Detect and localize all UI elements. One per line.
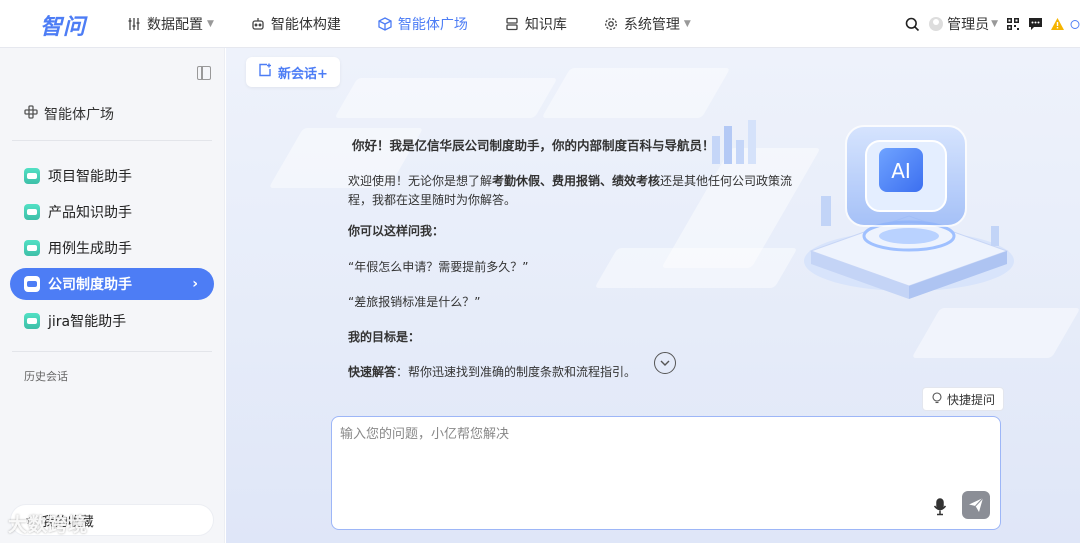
bot-icon: [24, 313, 40, 329]
qrcode-icon[interactable]: [1004, 15, 1022, 33]
lightbulb-icon: [931, 391, 943, 407]
globe-icon[interactable]: [1070, 15, 1080, 33]
bot-icon: [24, 168, 40, 184]
main-nav: 数据配置 ▼ 智能体构建 智能体广场 知识库 系统管理 ▼: [126, 0, 727, 48]
chevron-down-icon: ▼: [683, 19, 691, 29]
ask-heading: 你可以这样问我：: [348, 224, 445, 239]
nav-label: 知识库: [524, 17, 567, 33]
bot-icon: [24, 204, 40, 220]
warning-icon[interactable]: [1048, 15, 1066, 33]
nav-label: 数据配置: [147, 17, 203, 33]
sidebar-divider: [12, 140, 212, 141]
assistant-test-case[interactable]: 用例生成助手: [10, 232, 214, 264]
chat-main-area: 新会话+ AI 你好！我是亿信华辰公司制度助手，你的内部制度百科与导航员！ 欢迎…: [226, 48, 1080, 543]
assistant-greeting-message: 你好！我是亿信华辰公司制度助手，你的内部制度百科与导航员！ 欢迎使用！无论你是想…: [348, 130, 808, 394]
chevron-right-icon: ›: [192, 276, 198, 292]
chevron-down-icon: ▼: [207, 19, 214, 29]
welcome-highlight: 考勤休假、费用报销、绩效考核: [492, 174, 661, 188]
background-decoration: [911, 308, 1080, 358]
microphone-icon[interactable]: [932, 497, 948, 517]
top-navigation-bar: 智问 数据配置 ▼ 智能体构建 智能体广场 知识库 系统管理 ▼ 管理员 ▼: [0, 0, 1080, 48]
assistant-company-policy[interactable]: 公司制度助手 ›: [10, 268, 214, 300]
user-avatar[interactable]: [929, 17, 944, 31]
assistant-product-knowledge[interactable]: 产品知识助手: [10, 196, 214, 228]
nav-agent-build[interactable]: 智能体构建: [250, 0, 341, 48]
goal-paragraph: 快速解答：帮你迅速找到准确的制度条款和流程指引。: [348, 363, 808, 382]
nav-data-config[interactable]: 数据配置 ▼: [126, 0, 214, 48]
background-decoration: [541, 68, 731, 118]
new-chat-button[interactable]: 新会话+: [246, 57, 340, 87]
cube-icon: [377, 16, 393, 32]
example-question: “年假怎么申请？需要提前多久？”: [348, 259, 529, 274]
sidebar: 智能体广场 项目智能助手 产品知识助手 用例生成助手 公司制度助手 › jira…: [0, 48, 225, 543]
assistant-jira[interactable]: jira智能助手: [10, 305, 214, 337]
goal-heading: 我的目标是：: [348, 329, 421, 344]
new-chat-label: 新会话+: [278, 66, 328, 82]
bot-icon: [24, 240, 40, 256]
search-icon[interactable]: [903, 15, 921, 33]
header-actions: 管理员 ▼: [899, 0, 1080, 48]
sliders-icon: [126, 16, 142, 32]
send-icon: [969, 497, 984, 512]
welcome-paragraph: 欢迎使用！无论你是想了解考勤休假、费用报销、绩效考核还是其他任何公司政策流程，我…: [348, 172, 808, 210]
chevron-down-icon[interactable]: ▼: [991, 19, 998, 29]
goal-text: ：帮你迅速找到准确的制度条款和流程指引。: [396, 365, 637, 380]
ai-illustration: AI: [804, 125, 1014, 299]
chat-input-box: [331, 416, 1001, 530]
background-decoration: [334, 78, 558, 118]
gear-icon: [603, 16, 619, 32]
welcome-text: 欢迎使用！无论你是想了解: [348, 174, 493, 188]
sidebar-collapse-icon[interactable]: [197, 66, 211, 80]
new-chat-icon: [258, 63, 272, 81]
ai-badge-text: AI: [891, 159, 911, 183]
database-icon: [504, 16, 520, 32]
send-button[interactable]: [962, 491, 990, 519]
nav-system-management[interactable]: 系统管理 ▼: [603, 0, 691, 48]
scroll-down-icon[interactable]: [654, 352, 676, 374]
greeting-title: 你好！我是亿信华辰公司制度助手，你的内部制度百科与导航员！: [352, 138, 715, 153]
user-name[interactable]: 管理员: [947, 14, 989, 34]
nav-label: 系统管理: [623, 17, 680, 33]
goal-highlight: 快速解答: [348, 365, 397, 380]
assistant-project[interactable]: 项目智能助手: [10, 160, 214, 192]
robot-icon: [250, 16, 266, 32]
history-label: 历史会话: [24, 370, 68, 383]
assistant-label: 用例生成助手: [48, 241, 132, 257]
plaza-icon: [24, 105, 38, 123]
nav-knowledge-base[interactable]: 知识库: [504, 0, 567, 48]
assistant-label: 产品知识助手: [48, 205, 132, 221]
app-logo[interactable]: 智问: [40, 9, 86, 41]
chat-input[interactable]: [340, 423, 990, 493]
assistant-label: 项目智能助手: [48, 169, 132, 185]
assistant-label: 公司制度助手: [48, 277, 132, 293]
quick-ask-button[interactable]: 快捷提问: [922, 387, 1005, 411]
sidebar-divider: [12, 351, 212, 352]
message-icon[interactable]: [1026, 15, 1044, 33]
nav-agent-plaza[interactable]: 智能体广场: [377, 0, 468, 48]
sidebar-section-label: 智能体广场: [44, 107, 114, 123]
assistant-label: jira智能助手: [48, 314, 127, 330]
quick-ask-label: 快捷提问: [947, 392, 996, 407]
nav-label: 智能体广场: [397, 17, 468, 33]
bot-icon: [24, 276, 40, 292]
sidebar-section-agent-plaza[interactable]: 智能体广场: [24, 104, 114, 124]
example-question: “差旅报销标准是什么？”: [348, 294, 481, 309]
nav-label: 智能体构建: [270, 17, 341, 33]
watermark-text: 大数跨境: [8, 514, 89, 536]
